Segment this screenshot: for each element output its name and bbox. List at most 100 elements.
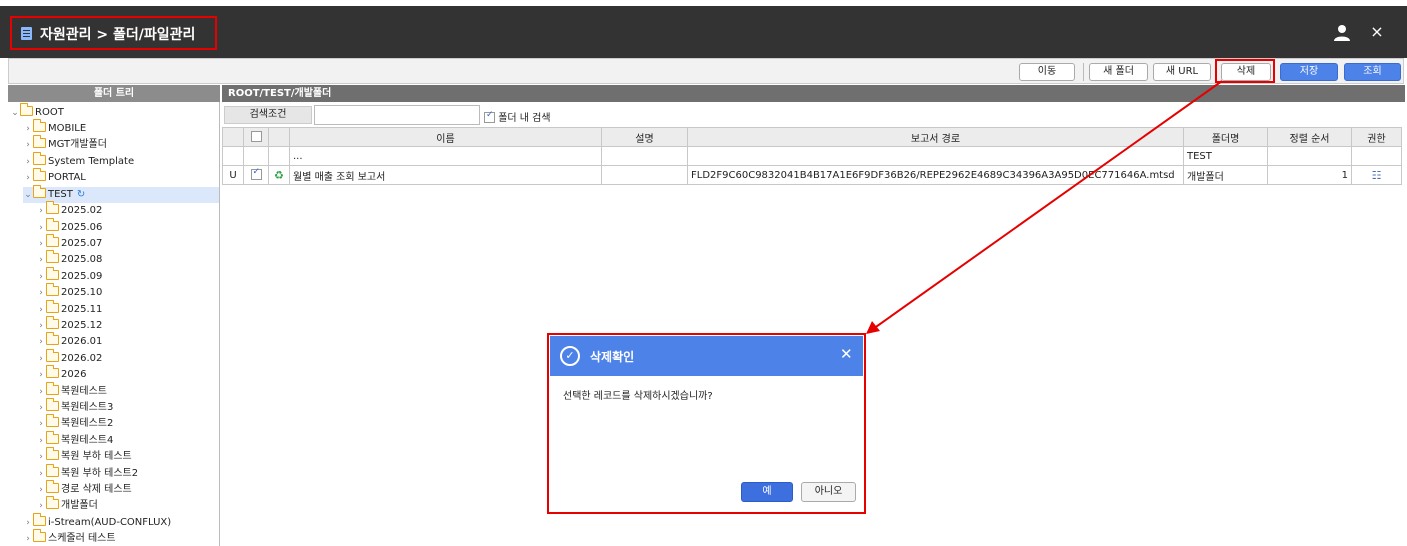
tree-node[interactable]: › 복원 부하 테스트 bbox=[36, 447, 132, 465]
tree-node[interactable]: › 2026 bbox=[36, 365, 86, 383]
user-icon[interactable] bbox=[1333, 24, 1351, 42]
chevron-right-icon[interactable]: › bbox=[36, 285, 46, 301]
column-select-all[interactable] bbox=[243, 127, 269, 147]
row-name[interactable]: ... bbox=[289, 146, 602, 166]
column-sort-order[interactable]: 정렬 순서 bbox=[1267, 127, 1352, 147]
folder-icon bbox=[46, 414, 59, 427]
row-name[interactable]: 월별 매출 조회 보고서 bbox=[289, 165, 602, 185]
column-folder-name[interactable]: 폴더명 bbox=[1183, 127, 1268, 147]
folder-icon bbox=[46, 431, 59, 444]
chevron-right-icon[interactable]: › bbox=[36, 449, 46, 465]
chevron-right-icon[interactable]: › bbox=[36, 482, 46, 498]
table-row[interactable]: U ♻ 월별 매출 조회 보고서 FLD2F9C60C9832041B4B17A… bbox=[222, 165, 1402, 185]
folder-icon bbox=[33, 529, 46, 542]
folder-icon bbox=[33, 513, 46, 526]
tree-node[interactable]: › 2025.10 bbox=[36, 283, 102, 301]
column-name[interactable]: 이름 bbox=[289, 127, 602, 147]
toolbar: 이동 새 폴더 새 URL 삭제 저장 조회 bbox=[8, 58, 1404, 84]
chevron-right-icon[interactable]: › bbox=[36, 269, 46, 285]
folder-icon bbox=[20, 103, 33, 116]
folder-icon bbox=[46, 234, 59, 247]
row-description[interactable] bbox=[601, 146, 688, 166]
dialog-title: 삭제확인 bbox=[590, 350, 635, 364]
file-table: 이름 설명 보고서 경로 폴더명 정렬 순서 권한 ... TEST U ♻ 월… bbox=[222, 127, 1402, 185]
chevron-right-icon[interactable]: › bbox=[36, 302, 46, 318]
chevron-right-icon[interactable]: › bbox=[36, 220, 46, 236]
folder-icon bbox=[46, 300, 59, 313]
chevron-right-icon[interactable]: › bbox=[23, 515, 33, 531]
row-permission[interactable]: ☷ bbox=[1351, 165, 1402, 185]
chevron-down-icon[interactable]: ⌄ bbox=[23, 187, 33, 203]
delete-confirm-dialog: ✓ 삭제확인 ✕ 선택한 레코드를 삭제하시겠습니까? 예 아니오 bbox=[547, 333, 866, 514]
chevron-right-icon[interactable]: › bbox=[36, 203, 46, 219]
refresh-icon[interactable]: ↻ bbox=[77, 189, 85, 200]
search-in-folder-option[interactable]: 폴더 내 검색 bbox=[484, 109, 551, 124]
chevron-right-icon[interactable]: › bbox=[36, 433, 46, 449]
folder-tree[interactable]: ⌄ ROOT › MOBILE › MGT개발폴더 › System Template … bbox=[8, 102, 220, 546]
row-report-path[interactable] bbox=[687, 146, 1184, 166]
row-sort-order[interactable]: 1 bbox=[1267, 165, 1352, 185]
tree-node[interactable]: › 2025.08 bbox=[36, 250, 102, 268]
chevron-right-icon[interactable]: › bbox=[36, 318, 46, 334]
chevron-right-icon[interactable]: › bbox=[23, 121, 33, 137]
folder-icon bbox=[46, 496, 59, 509]
chevron-right-icon[interactable]: › bbox=[36, 416, 46, 432]
select-all-checkbox[interactable] bbox=[250, 131, 262, 142]
folder-icon bbox=[46, 332, 59, 345]
chevron-right-icon[interactable]: › bbox=[36, 466, 46, 482]
row-report-path[interactable]: FLD2F9C60C9832041B4B17A1E6F9DF36B26/REPE… bbox=[687, 165, 1184, 185]
close-icon[interactable]: × bbox=[1368, 22, 1386, 41]
chevron-right-icon[interactable]: › bbox=[36, 334, 46, 350]
chevron-right-icon[interactable]: › bbox=[36, 351, 46, 367]
folder-icon bbox=[46, 398, 59, 411]
tree-node[interactable]: › 스케줄러 테스트 bbox=[23, 529, 116, 546]
search-button[interactable]: 조회 bbox=[1344, 63, 1401, 81]
chevron-right-icon[interactable]: › bbox=[36, 236, 46, 252]
folder-tree-header: 폴더 트리 bbox=[8, 85, 220, 102]
yes-button[interactable]: 예 bbox=[741, 482, 793, 502]
row-checkbox-cell[interactable] bbox=[243, 165, 269, 185]
row-description[interactable] bbox=[601, 165, 688, 185]
folder-icon bbox=[46, 365, 59, 378]
search-in-folder-checkbox[interactable] bbox=[484, 110, 495, 123]
new-url-button[interactable]: 새 URL bbox=[1153, 63, 1211, 81]
chevron-right-icon[interactable]: › bbox=[23, 531, 33, 546]
chevron-right-icon[interactable]: › bbox=[23, 154, 33, 170]
chevron-right-icon[interactable]: › bbox=[36, 400, 46, 416]
row-sort-order[interactable] bbox=[1267, 146, 1352, 166]
tree-node[interactable]: › MGT개발폴더 bbox=[23, 135, 107, 153]
save-button[interactable]: 저장 bbox=[1280, 63, 1338, 81]
chevron-right-icon[interactable]: › bbox=[36, 498, 46, 514]
folder-icon bbox=[46, 201, 59, 214]
column-report-path[interactable]: 보고서 경로 bbox=[687, 127, 1184, 147]
row-folder-name: TEST bbox=[1183, 146, 1268, 166]
dialog-header: ✓ 삭제확인 ✕ bbox=[550, 336, 863, 376]
chevron-right-icon[interactable]: › bbox=[23, 137, 33, 153]
tree-node[interactable]: › 2026.01 bbox=[36, 332, 102, 350]
chevron-down-icon[interactable]: ⌄ bbox=[10, 105, 20, 121]
chevron-right-icon[interactable]: › bbox=[36, 384, 46, 400]
chevron-right-icon[interactable]: › bbox=[36, 367, 46, 383]
page-title-frame: 자원관리 > 폴더/파일관리 bbox=[10, 16, 217, 50]
column-permission[interactable]: 권한 bbox=[1351, 127, 1402, 147]
folder-icon bbox=[33, 119, 46, 132]
permission-icon[interactable]: ☷ bbox=[1372, 169, 1382, 182]
tree-node[interactable]: › i-Stream(AUD-CONFLUX) bbox=[23, 513, 171, 531]
row-flag bbox=[222, 146, 244, 166]
tree-node[interactable]: › 2025.02 bbox=[36, 201, 102, 219]
dialog-close-icon[interactable]: ✕ bbox=[840, 345, 853, 363]
chevron-right-icon[interactable]: › bbox=[23, 170, 33, 186]
move-button[interactable]: 이동 bbox=[1019, 63, 1075, 81]
tree-node[interactable]: › 개발폴더 bbox=[36, 496, 98, 514]
table-row[interactable]: ... TEST bbox=[222, 146, 1402, 166]
report-icon: ♻ bbox=[274, 168, 284, 182]
chevron-right-icon[interactable]: › bbox=[36, 252, 46, 268]
new-folder-button[interactable]: 새 폴더 bbox=[1089, 63, 1148, 81]
tree-node[interactable]: › 복원테스트2 bbox=[36, 414, 113, 432]
row-checkbox[interactable] bbox=[250, 167, 262, 180]
column-description[interactable]: 설명 bbox=[601, 127, 688, 147]
tree-node[interactable]: › PORTAL bbox=[23, 168, 86, 186]
no-button[interactable]: 아니오 bbox=[801, 482, 856, 502]
search-input[interactable] bbox=[314, 105, 480, 125]
search-row: 검색조건 폴더 내 검색 bbox=[222, 104, 1405, 126]
